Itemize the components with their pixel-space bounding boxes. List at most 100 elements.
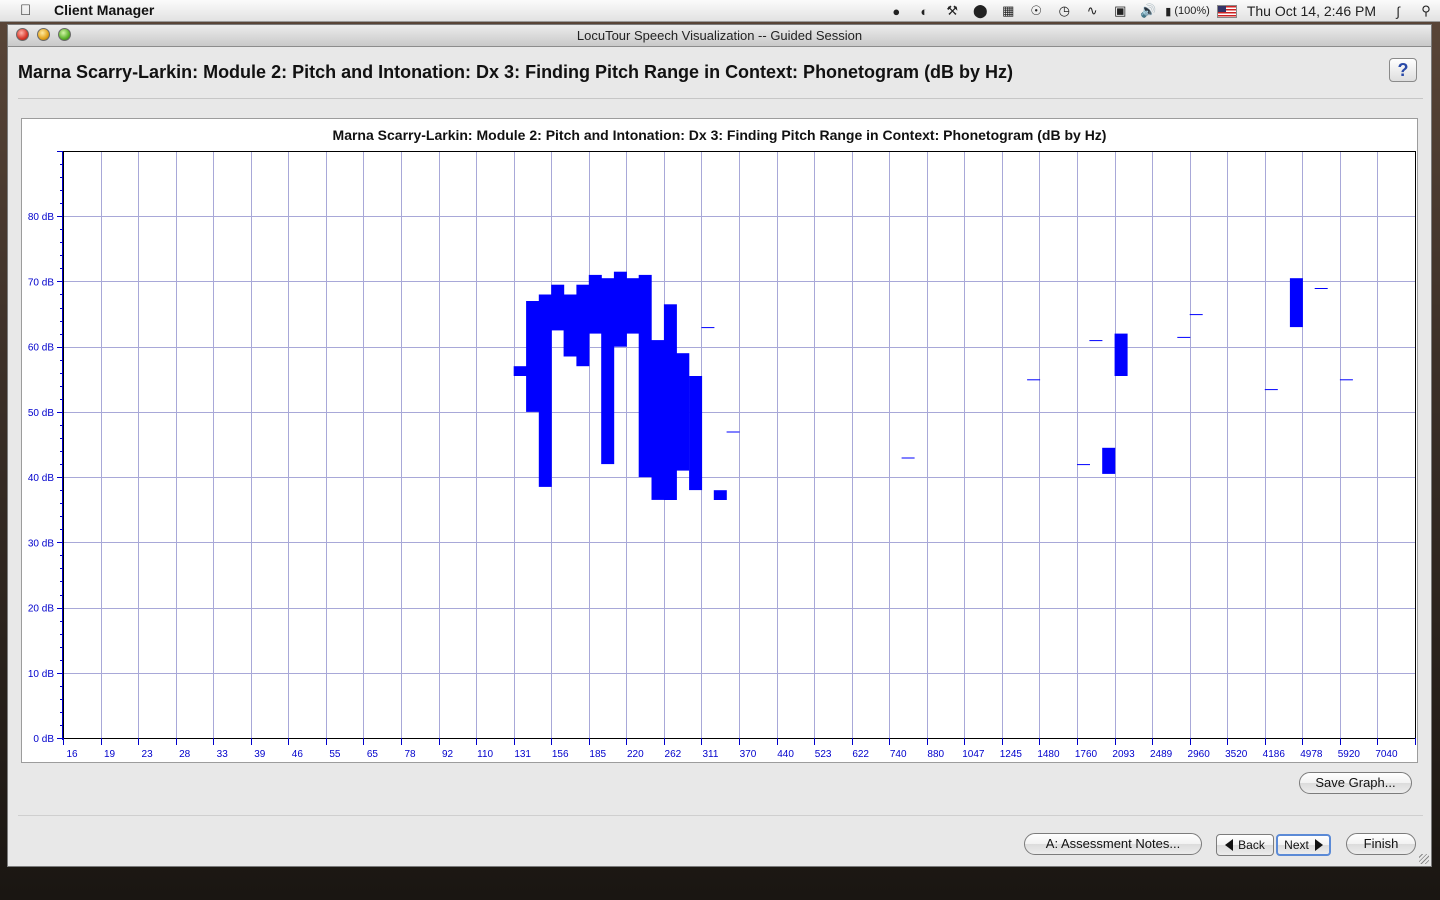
x-tick-label: 1480 [1037, 749, 1060, 760]
x-tick-label: 523 [815, 749, 832, 760]
next-label: Next [1284, 838, 1309, 852]
y-tick-label: 70 dB [28, 277, 54, 288]
phonetogram-bar [663, 304, 677, 500]
network-globe-icon[interactable]: ◐ [913, 2, 935, 20]
x-tick-label: 440 [777, 749, 794, 760]
y-tick-label: 30 dB [28, 538, 54, 549]
phonetogram-bar [588, 274, 602, 334]
app-menu[interactable]: Client Manager [54, 2, 154, 18]
phonetogram-bar [601, 278, 615, 465]
status-circle-icon[interactable]: ⬤ [969, 2, 991, 20]
x-tick-label: 622 [852, 749, 869, 760]
phonetogram-bar [1114, 333, 1128, 376]
phonetogram-bar [713, 490, 727, 500]
bluetooth-icon[interactable]: ∫ [1387, 2, 1409, 20]
page-title: Marna Scarry-Larkin: Module 2: Pitch and… [18, 62, 1014, 82]
phonetogram-bar [1289, 278, 1303, 328]
window-title: LocuTour Speech Visualization -- Guided … [576, 28, 863, 43]
x-tick-label: 1760 [1075, 749, 1098, 760]
x-tick-label: 2093 [1112, 749, 1135, 760]
help-button[interactable]: ? [1389, 58, 1417, 82]
x-tick-label: 2960 [1188, 749, 1211, 760]
x-tick-label: 220 [627, 749, 644, 760]
menu-bar:  Client Manager ● ◐ ⚒ ⬤ ▦ ☉ ◷ ∿ ▣ 🔊 ▮ (… [0, 0, 1440, 22]
phonetogram-bar [726, 431, 740, 433]
assessment-notes-button[interactable]: A: Assessment Notes... [1024, 833, 1202, 855]
phonetogram-bar [638, 274, 652, 478]
battery-status[interactable]: ▮ (100%) [1165, 2, 1210, 20]
x-tick-label: 3520 [1225, 749, 1248, 760]
back-arrow-icon [1225, 839, 1234, 851]
us-flag-input-icon[interactable] [1216, 2, 1238, 20]
phonetogram-bar [1314, 288, 1328, 289]
x-tick-label: 28 [179, 749, 191, 760]
guided-session-window: LocuTour Speech Visualization -- Guided … [7, 24, 1432, 867]
x-tick-label: 7040 [1375, 749, 1398, 760]
grid-app-icon[interactable]: ▦ [997, 2, 1019, 20]
back-label: Back [1238, 838, 1265, 852]
status-menus: ● ◐ ⚒ ⬤ ▦ ☉ ◷ ∿ ▣ 🔊 ▮ (100%) Thu Oct 14,… [882, 0, 1440, 22]
phonetogram-bar [613, 271, 627, 347]
window-titlebar[interactable]: LocuTour Speech Visualization -- Guided … [8, 25, 1431, 47]
x-tick-label: 65 [367, 749, 379, 760]
y-tick-label: 40 dB [28, 473, 54, 484]
x-tick-label: 92 [442, 749, 454, 760]
x-tick-label: 370 [740, 749, 757, 760]
accessibility-icon[interactable]: ☉ [1025, 2, 1047, 20]
phonetogram-bar [1089, 340, 1103, 342]
phonetogram-bar [651, 340, 665, 500]
x-tick-label: 740 [890, 749, 907, 760]
evernote-icon[interactable]: ● [885, 2, 907, 20]
save-graph-button[interactable]: Save Graph... [1299, 772, 1412, 794]
apple-menu-icon[interactable]:  [20, 2, 31, 19]
phonetogram-bar [526, 301, 540, 412]
finish-button[interactable]: Finish [1346, 833, 1416, 855]
x-tick-label: 185 [589, 749, 606, 760]
header-divider [18, 98, 1423, 99]
spotlight-search-icon[interactable]: ⚲ [1415, 2, 1437, 20]
menu-clock[interactable]: Thu Oct 14, 2:46 PM [1247, 2, 1376, 20]
phonetogram-bar [513, 366, 527, 376]
phonetogram-chart: 0 dB 10 dB 20 dB 30 dB 40 dB 50 dB 60 dB 70 dB 8… [28, 151, 1416, 760]
y-tick-label: 10 dB [28, 669, 54, 680]
y-tick-label: 20 dB [28, 604, 54, 615]
x-tick-label: 4186 [1263, 749, 1286, 760]
x-tick-label: 33 [217, 749, 229, 760]
y-tick-label: 0 dB [33, 734, 54, 745]
next-arrow-icon [1314, 839, 1323, 851]
phonetogram-panel: Marna Scarry-Larkin: Module 2: Pitch and… [21, 118, 1418, 763]
x-tick-label: 23 [142, 749, 154, 760]
phonetogram-bar [551, 284, 565, 331]
battery-icon: ▮ [1165, 5, 1175, 18]
phonetogram-bar [538, 294, 552, 487]
time-machine-icon[interactable]: ◷ [1053, 2, 1075, 20]
x-tick-label: 78 [404, 749, 416, 760]
x-tick-label: 880 [927, 749, 944, 760]
x-tick-label: 156 [552, 749, 569, 760]
next-button[interactable]: Next [1276, 834, 1331, 856]
wifi-icon[interactable]: ∿ [1081, 2, 1103, 20]
phonetogram-bar [1077, 464, 1090, 466]
y-tick-label: 80 dB [28, 212, 54, 223]
battery-percent: (100%) [1174, 5, 1210, 17]
y-tick-label: 50 dB [28, 408, 54, 419]
tools-icon[interactable]: ⚒ [941, 2, 963, 20]
phonetogram-bar [626, 278, 640, 334]
back-button[interactable]: Back [1216, 834, 1274, 856]
x-tick-label: 131 [514, 749, 531, 760]
y-tick-label: 60 dB [28, 343, 54, 354]
phonetogram-bar [563, 294, 577, 357]
x-tick-label: 39 [254, 749, 266, 760]
volume-icon[interactable]: 🔊 [1137, 2, 1159, 20]
display-icon[interactable]: ▣ [1109, 2, 1131, 20]
x-tick-label: 4978 [1300, 749, 1323, 760]
phonetogram-bar [676, 353, 690, 471]
phonetogram-bar [1027, 379, 1041, 381]
phonetogram-bar [1264, 389, 1278, 391]
phonetogram-bar [701, 327, 715, 329]
x-tick-label: 46 [292, 749, 304, 760]
phonetogram-bar [689, 376, 703, 491]
x-tick-label: 1047 [962, 749, 985, 760]
resize-grip-icon[interactable] [1419, 854, 1429, 864]
phonetogram-bar [1177, 336, 1191, 338]
